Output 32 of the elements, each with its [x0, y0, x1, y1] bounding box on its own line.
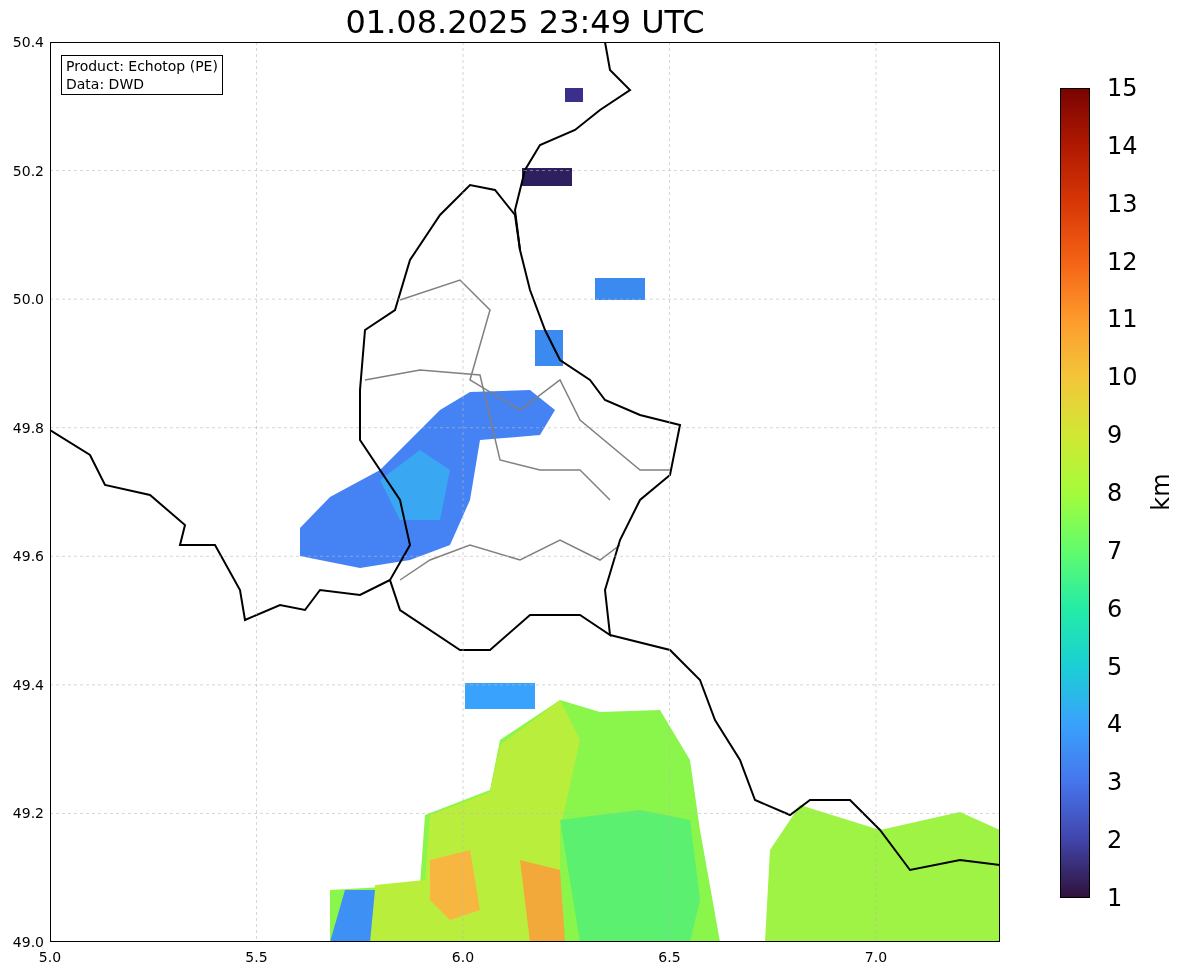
x-tick-label: 7.0	[864, 948, 888, 966]
colorbar-tick-label: 9	[1107, 421, 1123, 450]
y-tick-label: 49.8	[12, 418, 44, 437]
x-tick-label: 6.0	[451, 948, 475, 966]
y-tick-label: 50.0	[12, 290, 44, 309]
colorbar-tick-label: 11	[1107, 305, 1138, 334]
colorbar-tick-label: 6	[1107, 594, 1123, 623]
colorbar-tick-label: 7	[1107, 536, 1123, 565]
y-tick-label: 50.2	[12, 161, 44, 180]
x-tick-label: 5.5	[245, 948, 268, 966]
colorbar-tick-label: 4	[1107, 710, 1123, 739]
colorbar-label: km	[1146, 473, 1175, 511]
info-text: Product: Echotop (PE)	[66, 57, 218, 75]
colorbar-tick-label: 10	[1107, 363, 1138, 392]
colorbar-tick-label: 15	[1107, 74, 1138, 102]
info-text: Data: DWD	[66, 75, 145, 93]
y-tick-label: 49.0	[12, 933, 44, 951]
colorbar-tick-label: 2	[1107, 826, 1123, 855]
y-tick-label: 49.2	[12, 804, 44, 823]
colorbar-tick-label: 3	[1107, 768, 1123, 797]
x-tick-label: 5.0	[38, 948, 62, 966]
y-tick-label: 50.4	[12, 33, 44, 51]
colorbar-tick-label: 5	[1107, 652, 1123, 681]
colorbar-tick-label: 14	[1107, 131, 1138, 160]
x-tick-label: 6.5	[658, 948, 681, 966]
y-tick-label: 49.4	[12, 675, 44, 694]
colorbar-tick-label: 12	[1107, 247, 1138, 276]
colorbar-tick-label: 13	[1107, 189, 1138, 218]
colorbar-tick-label: 1	[1107, 884, 1123, 912]
y-tick-label: 49.6	[12, 547, 44, 566]
chart-title: 01.08.2025 23:49 UTC	[345, 2, 705, 42]
colorbar-tick-label: 8	[1107, 479, 1123, 507]
